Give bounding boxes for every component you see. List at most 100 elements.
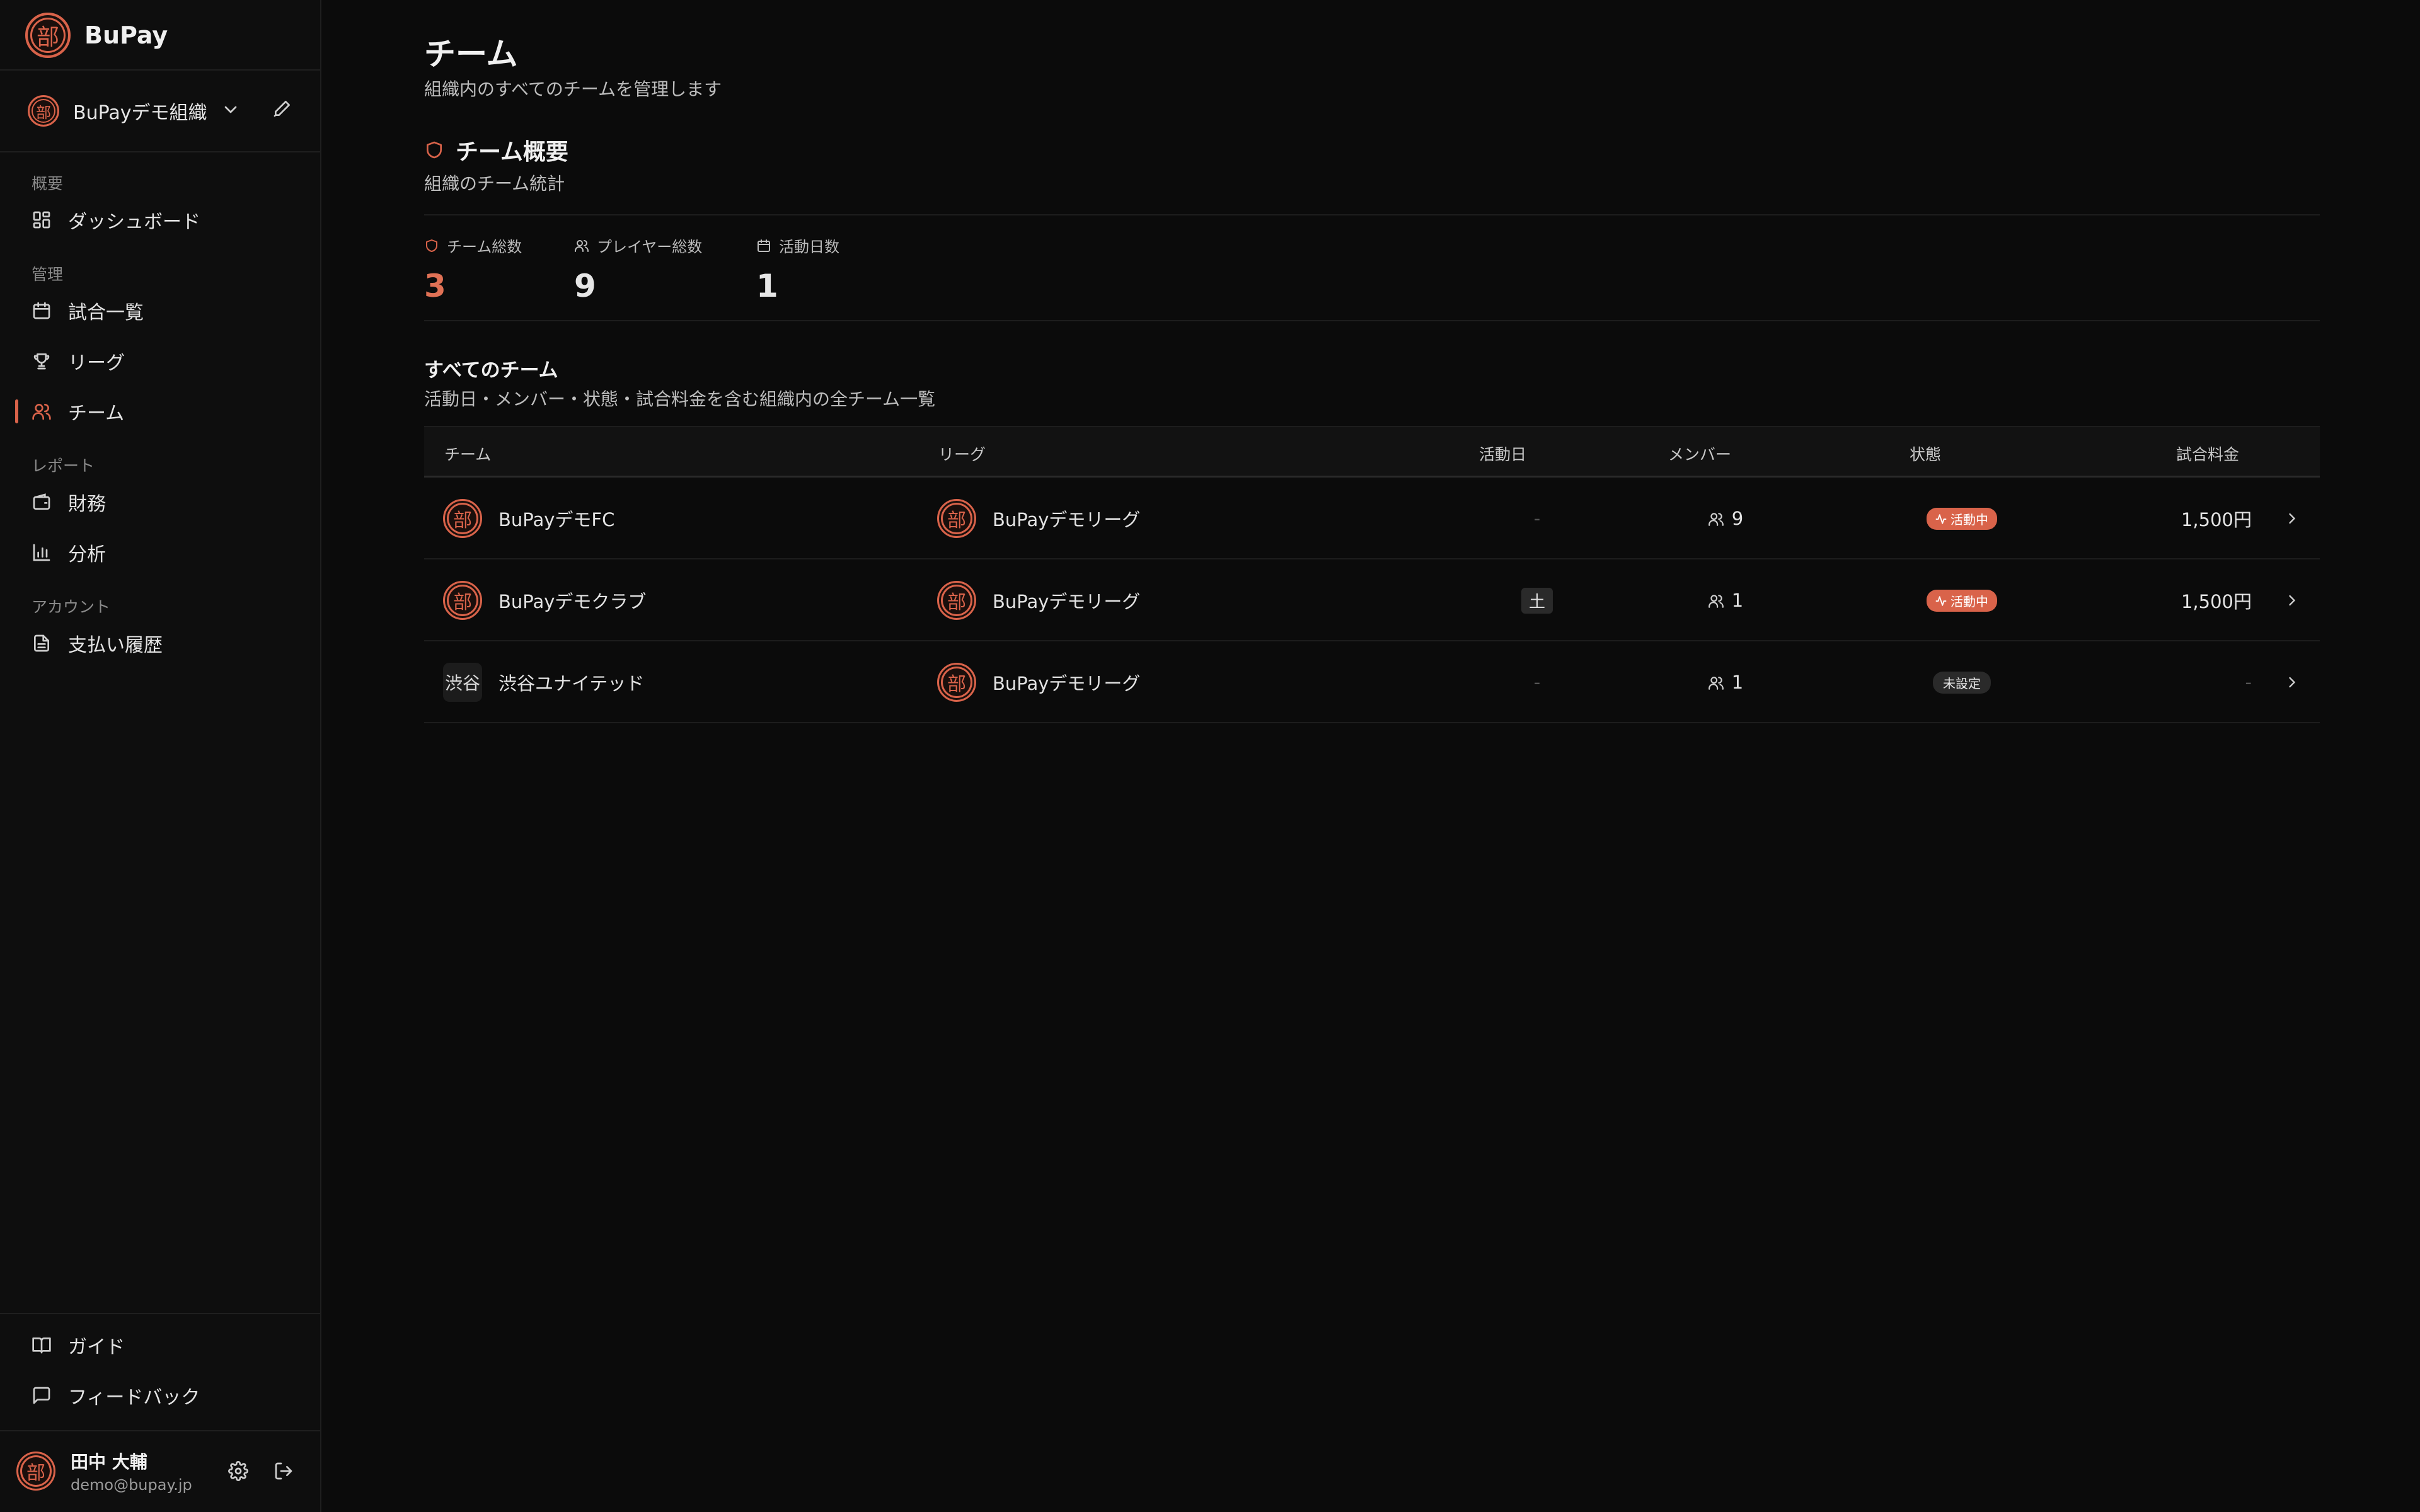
brand[interactable]: 部 BuPay [25,13,168,58]
team-logo: 部 [443,499,482,538]
users-icon [1708,510,1724,527]
edit-icon[interactable] [272,98,292,118]
logout-icon[interactable] [274,1461,294,1481]
activity-icon [1935,513,1947,524]
users-icon [1708,592,1724,609]
calendar-icon [756,238,771,253]
message-icon [32,1385,52,1406]
column-status[interactable]: 状態 [1910,442,1941,465]
sidebar-item-league[interactable]: リーグ [0,339,321,383]
gear-icon[interactable] [228,1461,248,1481]
divider [424,320,2320,321]
team-avatar: 渋谷 [443,663,482,702]
stat-total-players: プレイヤー総数 9 [574,234,702,304]
stat-active-days: 活動日数 1 [756,234,839,304]
league-logo: 部 [937,663,976,702]
trophy-icon [32,351,52,371]
avatar[interactable]: 部 [16,1452,55,1491]
user-name: 田中 大輔 [71,1452,147,1472]
chevron-right-icon[interactable] [2283,673,2301,691]
sidebar-item-label: チーム [68,403,125,425]
sidebar-item-label: ガイド [68,1336,125,1358]
activity-day: - [1533,508,1541,529]
org-logo: 部 [28,95,59,127]
document-icon [32,633,52,653]
overview-title: チーム概要 [424,134,568,166]
column-day[interactable]: 活動日 [1479,442,1526,465]
sidebar-divider [0,69,321,71]
status-badge: 未設定 [1933,671,1991,694]
divider [424,214,2320,215]
users-icon [574,238,589,253]
chevron-down-icon[interactable] [221,100,241,120]
activity-day: 土 [1521,587,1553,614]
match-fee: - [2245,672,2252,693]
member-count: 1 [1731,590,1744,611]
sidebar-item-label: リーグ [68,352,125,374]
column-league[interactable]: リーグ [938,442,986,465]
team-list-title: すべてのチーム [424,359,558,382]
sidebar-item-feedback[interactable]: フィードバック [0,1373,321,1418]
page-title: チーム [424,36,518,72]
sidebar-item-finance[interactable]: 財務 [0,480,321,524]
book-icon [32,1335,52,1355]
status-badge: 活動中 [1927,507,1997,530]
team-list-subtitle: 活動日・メンバー・状態・試合料金を含む組織内の全チーム一覧 [424,389,936,410]
sidebar-item-analytics[interactable]: 分析 [0,530,321,575]
league-name: BuPayデモリーグ [993,591,1141,612]
stat-label: プレイヤー総数 [597,238,703,256]
shield-icon [424,140,444,160]
sidebar: 部 BuPay 部 BuPayデモ組織 概要 ダッシュボード 管理 試合一覧 リ… [0,0,321,1512]
bar-chart-icon [32,542,52,563]
table-row[interactable]: 渋谷 渋谷ユナイテッド 部 BuPayデモリーグ - 1 未設定 - [424,641,2320,723]
table-row[interactable]: 部 BuPayデモクラブ 部 BuPayデモリーグ 土 1 活動中 1,500円 [424,559,2320,641]
team-name: BuPayデモFC [498,509,615,530]
page-subtitle: 組織内のすべてのチームを管理します [424,79,722,100]
team-name: BuPayデモクラブ [498,591,647,612]
user-email: demo@bupay.jp [71,1476,192,1494]
league-logo: 部 [937,581,976,620]
match-fee: 1,500円 [2181,509,2252,530]
member-count: 1 [1731,672,1744,693]
table-row[interactable]: 部 BuPayデモFC 部 BuPayデモリーグ - 9 活動中 1,500円 [424,478,2320,559]
stat-total-teams: チーム総数 3 [424,234,522,304]
sidebar-item-guide[interactable]: ガイド [0,1323,321,1367]
sidebar-item-label: ダッシュボード [68,211,200,233]
column-fee[interactable]: 試合料金 [2176,442,2239,465]
team-name: 渋谷ユナイテッド [498,673,645,694]
chevron-right-icon[interactable] [2283,510,2301,527]
member-count: 9 [1731,508,1744,529]
column-members[interactable]: メンバー [1668,442,1731,465]
nav-section-report: レポート [32,457,95,475]
column-team[interactable]: チーム [444,442,491,465]
sidebar-item-label: 分析 [68,544,106,566]
stat-value: 1 [756,268,778,304]
nav-section-manage: 管理 [32,265,64,284]
sidebar-item-payments[interactable]: 支払い履歴 [0,621,321,665]
users-icon [32,401,52,421]
org-switcher[interactable]: 部 BuPayデモ組織 [28,93,299,129]
main-content: チーム 組織内のすべてのチームを管理します チーム概要 組織のチーム統計 チーム… [321,0,2420,1512]
dashboard-icon [32,210,52,230]
stat-label: チーム総数 [447,238,522,256]
sidebar-item-dashboard[interactable]: ダッシュボード [0,198,321,242]
sidebar-item-label: 支払い履歴 [68,634,163,656]
calendar-icon [32,301,52,321]
activity-icon [1935,595,1947,606]
stat-label: 活動日数 [779,238,839,256]
league-logo: 部 [937,499,976,538]
sidebar-item-matches[interactable]: 試合一覧 [0,289,321,333]
team-logo: 部 [443,581,482,620]
match-fee: 1,500円 [2181,591,2252,612]
sidebar-item-label: フィードバック [68,1387,200,1409]
brand-name: BuPay [84,21,168,49]
stat-value: 9 [574,268,596,304]
user-profile: 部 田中 大輔 demo@bupay.jp [0,1430,321,1512]
wallet-icon [32,492,52,512]
chevron-right-icon[interactable] [2283,592,2301,609]
sidebar-divider [0,151,321,152]
activity-day: - [1533,672,1541,693]
brand-logo: 部 [25,13,71,58]
sidebar-item-teams[interactable]: チーム [0,389,321,433]
org-name: BuPayデモ組織 [73,102,207,124]
